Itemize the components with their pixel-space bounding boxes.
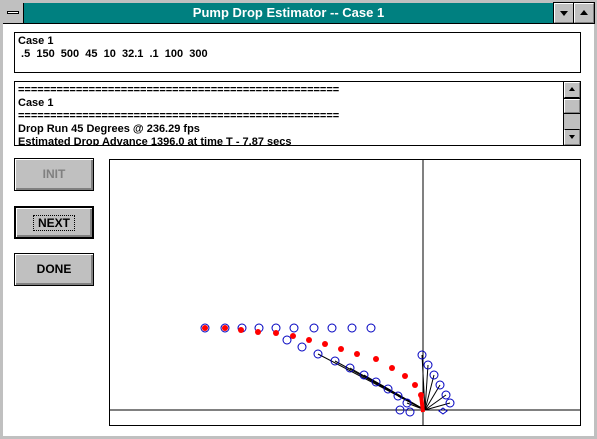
case-params-line: .5 150 500 45 10 32.1 .1 100 300 (18, 48, 208, 60)
log-scrollbar[interactable] (563, 82, 580, 145)
output-log[interactable]: ========================================… (14, 81, 581, 146)
app-window: Pump Drop Estimator -- Case 1 Case 1 .5 … (0, 0, 597, 439)
drop-marker (290, 333, 296, 339)
scroll-thumb[interactable] (563, 98, 580, 114)
minimize-icon (560, 11, 568, 16)
case-input-field[interactable]: Case 1 .5 150 500 45 10 32.1 .1 100 300 (14, 32, 581, 73)
pivot-diamond (438, 407, 448, 415)
plot-canvas (110, 160, 580, 425)
open-circle-marker (405, 407, 415, 417)
arrow-down-icon (569, 135, 575, 139)
log-separator: ========================================… (18, 84, 340, 96)
drop-marker (402, 373, 408, 379)
done-button[interactable]: DONE (14, 253, 94, 286)
maximize-icon (580, 10, 588, 15)
open-circle-marker (282, 335, 292, 345)
drop-trajectory-plot (109, 159, 581, 426)
case-name-line: Case 1 (18, 35, 54, 47)
open-circle-markers (200, 323, 455, 417)
drop-markers (202, 325, 424, 398)
system-menu-button[interactable] (3, 3, 24, 23)
drop-marker (338, 346, 344, 352)
next-button-label: NEXT (32, 215, 75, 231)
log-case-name: Case 1 (18, 97, 54, 109)
scroll-up-button[interactable] (564, 82, 580, 98)
drop-marker (373, 356, 379, 362)
pump-arm (419, 394, 425, 413)
drop-marker (306, 337, 312, 343)
maximize-button[interactable] (573, 2, 595, 24)
log-separator: ========================================… (18, 110, 340, 122)
drop-marker (255, 329, 261, 335)
system-menu-icon (7, 11, 19, 14)
drop-marker (273, 330, 279, 336)
scroll-down-button[interactable] (564, 129, 580, 145)
drop-marker (322, 341, 328, 347)
open-circle-marker (297, 342, 307, 352)
open-circle-marker (366, 323, 376, 333)
drop-marker (389, 365, 395, 371)
log-drop-run: Drop Run 45 Degrees @ 236.29 fps (18, 123, 200, 135)
arrow-up-icon (569, 87, 575, 91)
drop-marker (202, 325, 208, 331)
open-circle-marker (327, 323, 337, 333)
window-title: Pump Drop Estimator -- Case 1 (192, 5, 385, 20)
open-circle-marker (347, 323, 357, 333)
next-button[interactable]: NEXT (14, 206, 94, 239)
init-button[interactable]: INIT (14, 158, 94, 191)
open-circle-marker (289, 323, 299, 333)
pendulum-lines (317, 353, 451, 411)
minimize-button[interactable] (553, 2, 575, 24)
title-bar[interactable]: Pump Drop Estimator -- Case 1 (3, 2, 595, 24)
open-circle-marker (309, 323, 319, 333)
drop-marker (238, 327, 244, 333)
drop-marker (354, 351, 360, 357)
drop-marker (222, 325, 228, 331)
drop-marker (412, 382, 418, 388)
log-drop-advance: Estimated Drop Advance 1396.0 at time T … (18, 136, 292, 146)
